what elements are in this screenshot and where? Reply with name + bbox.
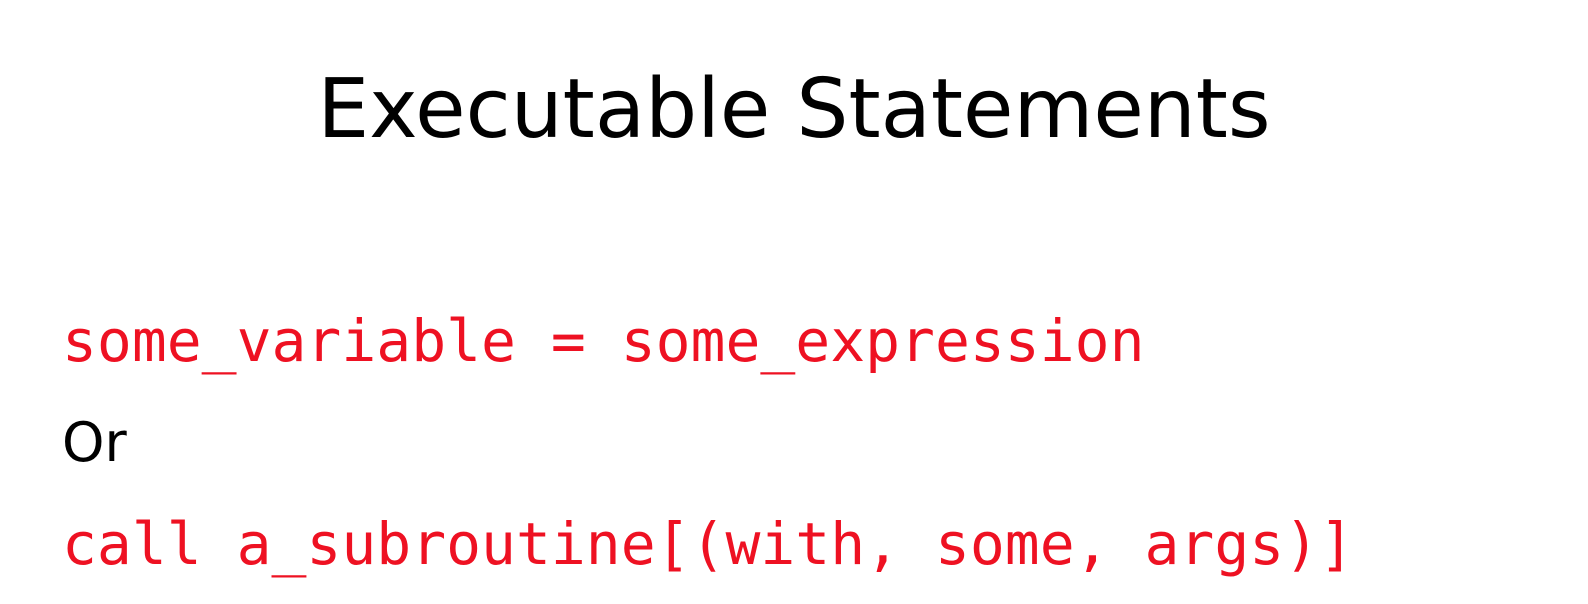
slide: Executable Statements some_variable = so… bbox=[0, 0, 1588, 604]
assignment-statement: some_variable = some_expression bbox=[62, 307, 1145, 375]
or-separator: Or bbox=[62, 411, 127, 474]
call-statement: call a_subroutine[(with, some, args)] bbox=[62, 510, 1355, 578]
slide-title: Executable Statements bbox=[317, 62, 1271, 157]
